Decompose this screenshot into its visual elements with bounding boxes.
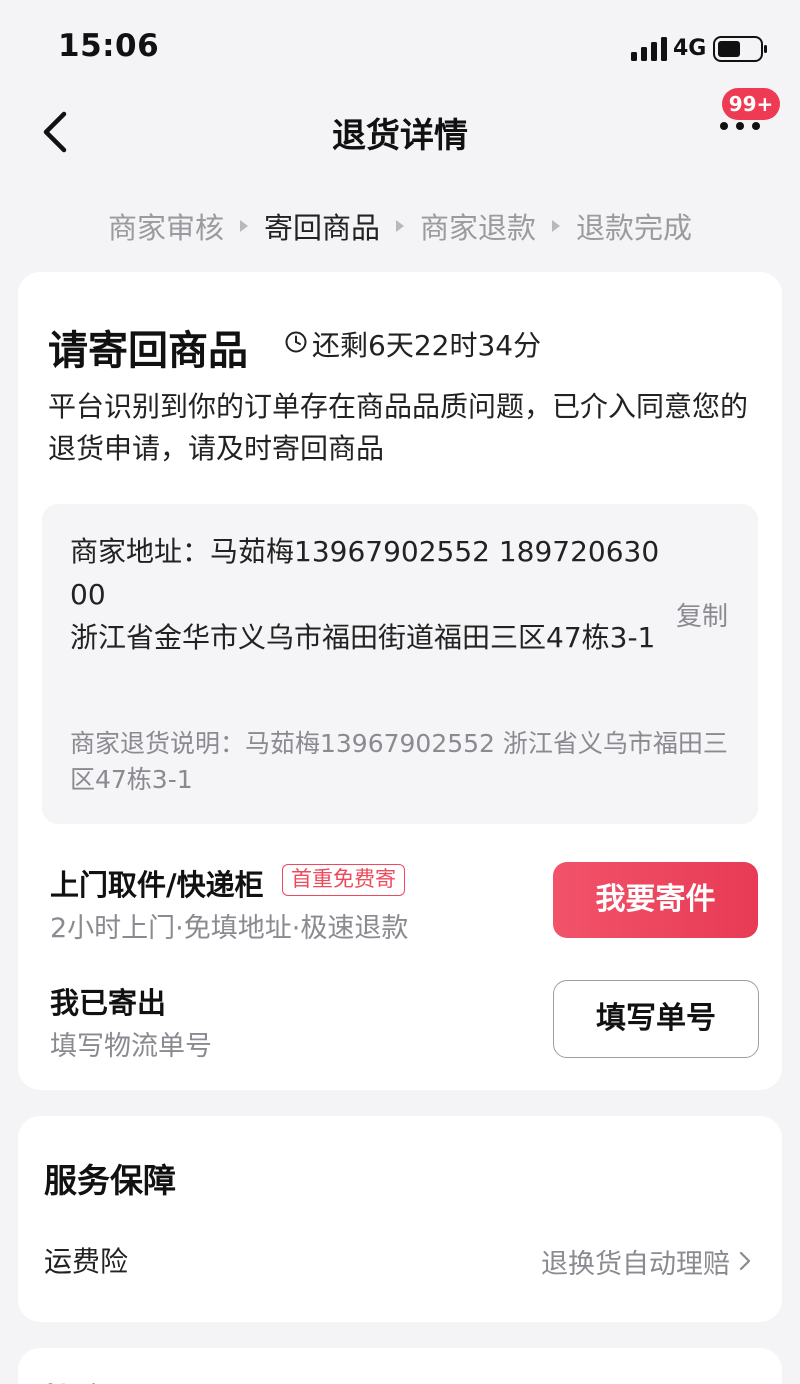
- countdown-text: 还剩6天22时34分: [312, 329, 542, 362]
- shipping-insurance-label: 运费险: [44, 1245, 129, 1278]
- merchant-address-box: 商家地址：马茹梅13967902552 18972063000 浙江省金华市义乌…: [42, 504, 758, 824]
- status-time: 15:06: [58, 28, 160, 64]
- step-arrow-icon: [552, 220, 561, 232]
- page-title: 退货详情: [332, 116, 468, 156]
- clock-icon: [285, 331, 307, 353]
- auto-claim-link[interactable]: 退换货自动理赔: [541, 1242, 730, 1281]
- merchant-contact: 商家地址：马茹梅13967902552 18972063000: [70, 535, 660, 611]
- return-goods-card: 请寄回商品 还剩6天22时34分 平台识别到你的订单存在商品品质问题，已介入同意…: [18, 272, 782, 1090]
- status-bar: 15:06 4G: [0, 0, 800, 96]
- pickup-title: 上门取件/快递柜: [50, 868, 264, 902]
- service-card: 服务保障 运费险 退换货自动理赔: [18, 1116, 782, 1322]
- nav-bar: 退货详情: [0, 96, 800, 176]
- step-merchant-refund: 商家退款: [420, 211, 537, 245]
- battery-icon: [713, 36, 767, 62]
- chevron-right-icon: [739, 1251, 751, 1271]
- step-merchant-review: 商家审核: [107, 211, 224, 245]
- pickup-subtitle: 2小时上门·免填地址·极速退款: [50, 913, 409, 944]
- merchant-address: 商家地址：马茹梅13967902552 18972063000 浙江省金华市义乌…: [70, 530, 670, 659]
- fill-tracking-button[interactable]: 填写单号: [553, 980, 759, 1058]
- network-label: 4G: [673, 36, 707, 61]
- merchant-location: 浙江省金华市义乌市福田街道福田三区47栋3-1: [70, 621, 656, 654]
- negotiation-record-card: 协商记录: [18, 1348, 782, 1384]
- shipped-subtitle: 填写物流单号: [50, 1031, 212, 1062]
- copy-button[interactable]: 复制: [676, 596, 728, 633]
- section-title: 请寄回商品: [48, 328, 248, 374]
- step-arrow-icon: [396, 220, 404, 232]
- step-refund-complete: 退款完成: [576, 211, 693, 245]
- step-arrow-icon: [239, 220, 248, 232]
- send-package-button[interactable]: 我要寄件: [553, 862, 758, 938]
- signal-icon: [631, 37, 667, 61]
- step-return-goods: 寄回商品: [263, 211, 380, 245]
- shipped-title: 我已寄出: [50, 986, 167, 1020]
- notice-text: 平台识别到你的订单存在商品品质问题，已介入同意您的退货申请，请及时寄回商品: [48, 390, 749, 465]
- return-detail-page: 15:06 4G 退货详情 99+ 商家审核 寄回商品 商家退款 退款完成 请寄…: [0, 0, 800, 1384]
- notification-badge: 99+: [722, 88, 780, 120]
- free-shipping-tag: 首重免费寄: [282, 864, 405, 896]
- return-note: 商家退货说明：马茹梅13967902552 浙江省义乌市福田三区47栋3-1: [70, 729, 728, 794]
- service-title: 服务保障: [44, 1161, 176, 1200]
- progress-steps: 商家审核 寄回商品 商家退款 退款完成: [0, 204, 800, 248]
- negotiation-record-title: 协商记录: [44, 1374, 176, 1384]
